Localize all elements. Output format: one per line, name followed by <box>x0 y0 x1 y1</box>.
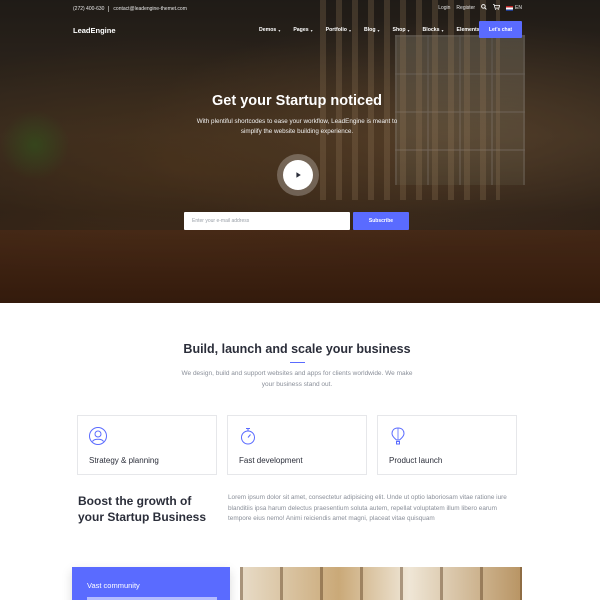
subscribe-button[interactable]: Subscribe <box>353 212 409 230</box>
nav-item-pages[interactable]: Pages ▾ <box>293 27 312 33</box>
hero-overlay <box>0 0 600 303</box>
boost-text: Lorem ipsum dolor sit amet, consectetur … <box>228 494 507 522</box>
section-title: Build, launch and scale your business <box>183 342 411 356</box>
nav-item-label: Portfolio <box>325 27 347 33</box>
nav-item-label: Elements <box>456 27 480 33</box>
feature-card-development[interactable]: Fast development <box>227 415 367 475</box>
chevron-down-icon: ▾ <box>441 27 444 33</box>
email-input[interactable] <box>184 212 350 230</box>
nav-menu: Demos ▾ Pages ▾ Portfolio ▾ Blog ▾ Shop ▾ Blo… <box>259 27 484 33</box>
user-circle-icon <box>89 427 107 445</box>
stopwatch-icon <box>241 428 255 445</box>
play-icon <box>296 172 301 178</box>
chevron-down-icon: ▾ <box>348 27 351 33</box>
title-underline <box>290 362 305 363</box>
hero-subtitle: With plentiful shortcodes to ease your w… <box>196 118 398 135</box>
chevron-down-icon: ▾ <box>377 27 380 33</box>
chevron-down-icon: ▾ <box>407 27 410 33</box>
phone-number[interactable]: (272) 400-630 <box>73 6 104 12</box>
cart-icon[interactable] <box>493 4 501 12</box>
nav-item-label: Blog <box>363 27 376 33</box>
section-description: We design, build and support websites an… <box>181 370 413 388</box>
nav-item-label: Pages <box>293 27 309 33</box>
flag-icon <box>506 5 514 11</box>
boost-heading: Boost the growth of your Startup Busines… <box>78 494 207 524</box>
email-address[interactable]: contact@leadengine-themet.com <box>113 6 186 12</box>
nav-item-blog[interactable]: Blog ▾ <box>364 27 380 33</box>
feature-label: Fast development <box>239 456 303 465</box>
nav-item-demos[interactable]: Demos ▾ <box>259 27 280 33</box>
search-icon[interactable] <box>481 4 487 12</box>
lets-chat-button[interactable]: Let's chat <box>479 21 522 38</box>
hero-section: (272) 400-630 contact@leadengine-themet.… <box>0 0 600 303</box>
community-title: Vast community <box>87 581 140 590</box>
language-switcher[interactable]: EN <box>506 5 522 11</box>
top-bar-actions: Login Register EN <box>438 4 522 12</box>
feature-card-strategy[interactable]: Strategy & planning <box>77 415 217 475</box>
community-card[interactable]: Vast community <box>72 567 230 600</box>
play-video-button[interactable] <box>277 154 319 196</box>
hero-title: Get your Startup noticed <box>212 93 382 109</box>
nav-item-label: Blocks <box>422 27 440 33</box>
nav-item-label: Shop <box>392 27 406 33</box>
divider <box>108 6 110 12</box>
register-link[interactable]: Register <box>456 5 475 11</box>
contact-info: (272) 400-630 contact@leadengine-themet.… <box>73 6 187 12</box>
feature-label: Product launch <box>389 456 443 465</box>
language-label: EN <box>515 5 522 11</box>
chevron-down-icon: ▾ <box>310 27 313 33</box>
feature-card-launch[interactable]: Product launch <box>377 415 517 475</box>
office-photo <box>240 567 522 600</box>
login-link[interactable]: Login <box>438 5 450 11</box>
nav-item-portfolio[interactable]: Portfolio ▾ <box>326 27 351 33</box>
nav-item-label: Demos <box>259 27 277 33</box>
chevron-down-icon: ▾ <box>278 27 281 33</box>
site-logo[interactable]: LeadEngine <box>73 26 116 35</box>
play-button-circle <box>283 160 313 190</box>
top-bar: (272) 400-630 contact@leadengine-themet.… <box>0 0 600 18</box>
photo-beams <box>240 567 522 600</box>
hot-air-balloon-icon <box>391 427 405 445</box>
nav-item-shop[interactable]: Shop ▾ <box>393 27 410 33</box>
nav-item-blocks[interactable]: Blocks ▾ <box>423 27 444 33</box>
feature-label: Strategy & planning <box>89 456 159 465</box>
feature-cards: Strategy & planning Fast development Pro… <box>77 415 517 475</box>
